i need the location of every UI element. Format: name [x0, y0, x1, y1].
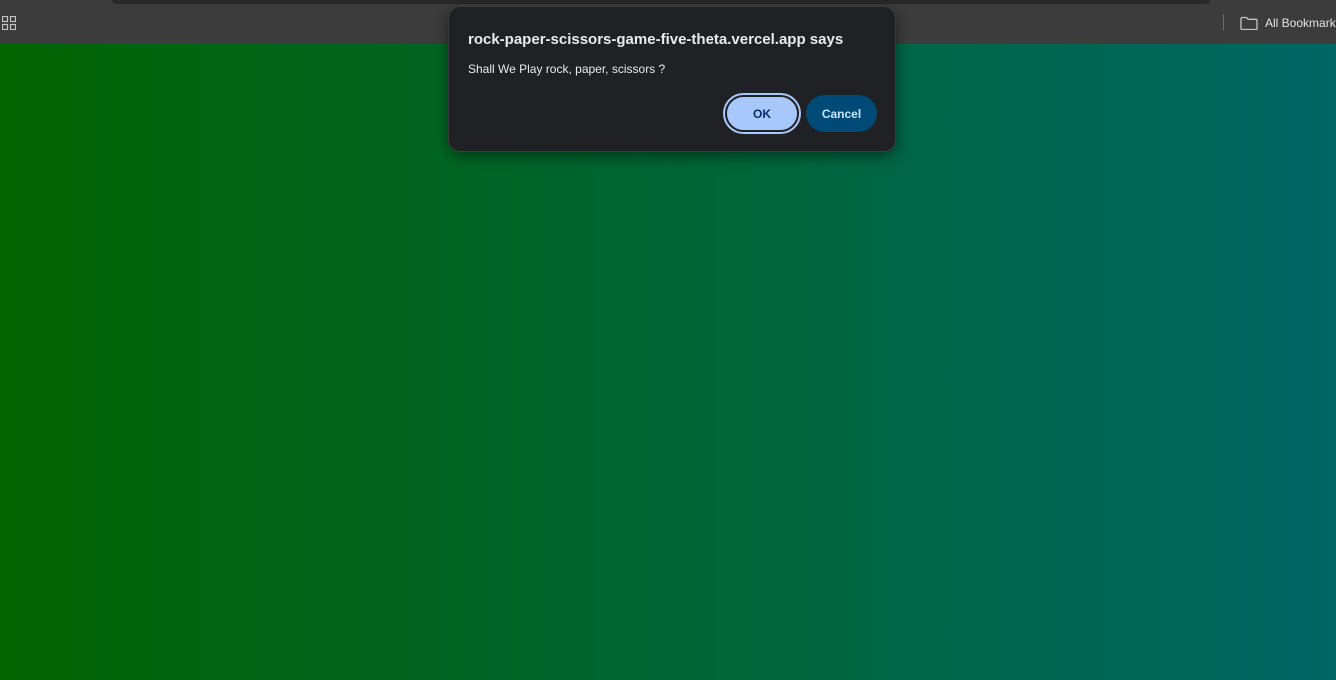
bookmarks-divider: [1223, 14, 1224, 30]
cancel-button[interactable]: Cancel: [806, 95, 877, 132]
address-bar-edge: [112, 0, 1210, 4]
dialog-title: rock-paper-scissors-game-five-theta.verc…: [468, 31, 844, 48]
apps-grid-icon[interactable]: [2, 16, 16, 30]
alert-dialog: rock-paper-scissors-game-five-theta.verc…: [448, 6, 896, 152]
ok-button[interactable]: OK: [723, 93, 801, 134]
all-bookmarks-button[interactable]: All Bookmarks: [1240, 13, 1336, 33]
folder-icon: [1240, 16, 1258, 30]
all-bookmarks-label: All Bookmarks: [1265, 16, 1336, 30]
dialog-message: Shall We Play rock, paper, scissors ?: [468, 62, 666, 76]
